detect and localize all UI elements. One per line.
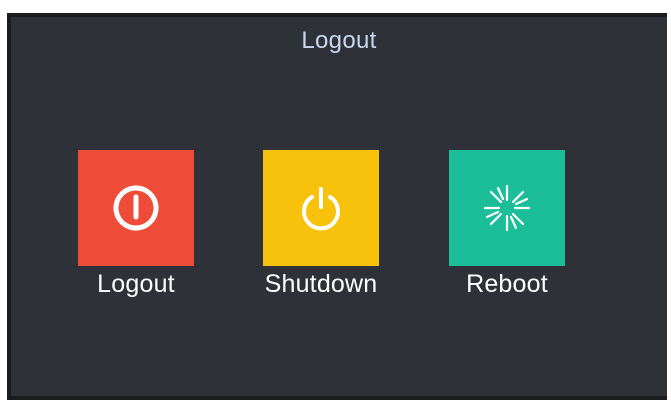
logout-button[interactable] [78, 150, 194, 266]
reboot-label[interactable]: Reboot [407, 270, 607, 299]
logout-dialog: Logout Logout Shutdown Reboot [7, 13, 667, 400]
reboot-spinner-icon [483, 184, 531, 232]
shutdown-button[interactable] [263, 150, 379, 266]
dialog-title: Logout [301, 27, 377, 54]
power-circle-icon [113, 185, 159, 231]
logout-label[interactable]: Logout [36, 270, 236, 299]
power-icon [302, 187, 340, 231]
shutdown-label[interactable]: Shutdown [221, 270, 421, 299]
reboot-button[interactable] [449, 150, 565, 266]
